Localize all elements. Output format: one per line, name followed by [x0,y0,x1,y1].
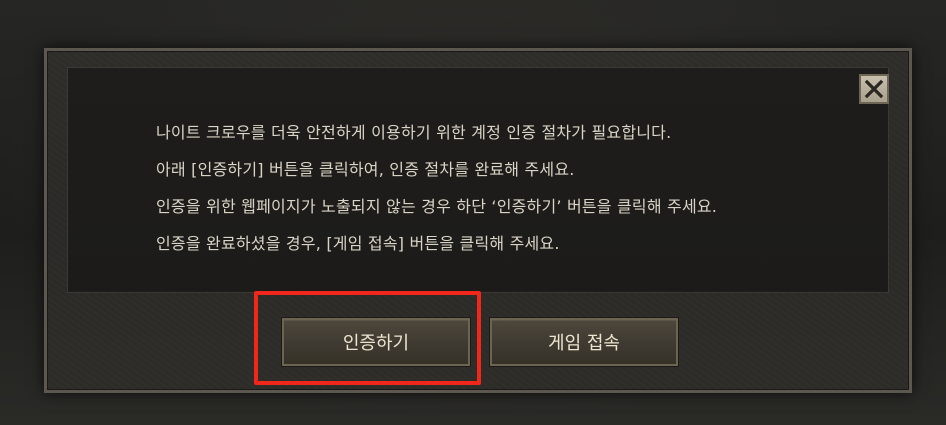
game-background: 나이트 크로우를 더욱 안전하게 이용하기 위한 계정 인증 절차가 필요합니다… [0,0,946,425]
verify-button-label: 인증하기 [342,333,410,354]
message-text: 나이트 크로우를 더욱 안전하게 이용하기 위한 계정 인증 절차가 필요합니다… [156,114,717,262]
message-line: 나이트 크로우를 더욱 안전하게 이용하기 위한 계정 인증 절차가 필요합니다… [156,123,672,142]
game-connect-button-label: 게임 접속 [548,333,620,354]
close-icon [864,79,884,99]
message-line: 인증을 완료하셨을 경우, [게임 접속] 버튼을 클릭해 주세요. [156,234,560,253]
message-line: 아래 [인증하기] 버튼을 클릭하여, 인증 절차를 완료해 주세요. [156,160,575,179]
verify-button[interactable]: 인증하기 [282,318,470,366]
message-line: 인증을 위한 웹페이지가 노출되지 않는 경우 하단 ‘인증하기’ 버튼을 클릭… [156,197,718,216]
verification-dialog: 나이트 크로우를 더욱 안전하게 이용하기 위한 계정 인증 절차가 필요합니다… [44,48,912,393]
game-connect-button[interactable]: 게임 접속 [490,318,678,366]
message-panel: 나이트 크로우를 더욱 안전하게 이용하기 위한 계정 인증 절차가 필요합니다… [67,67,889,293]
close-button[interactable] [859,74,889,104]
